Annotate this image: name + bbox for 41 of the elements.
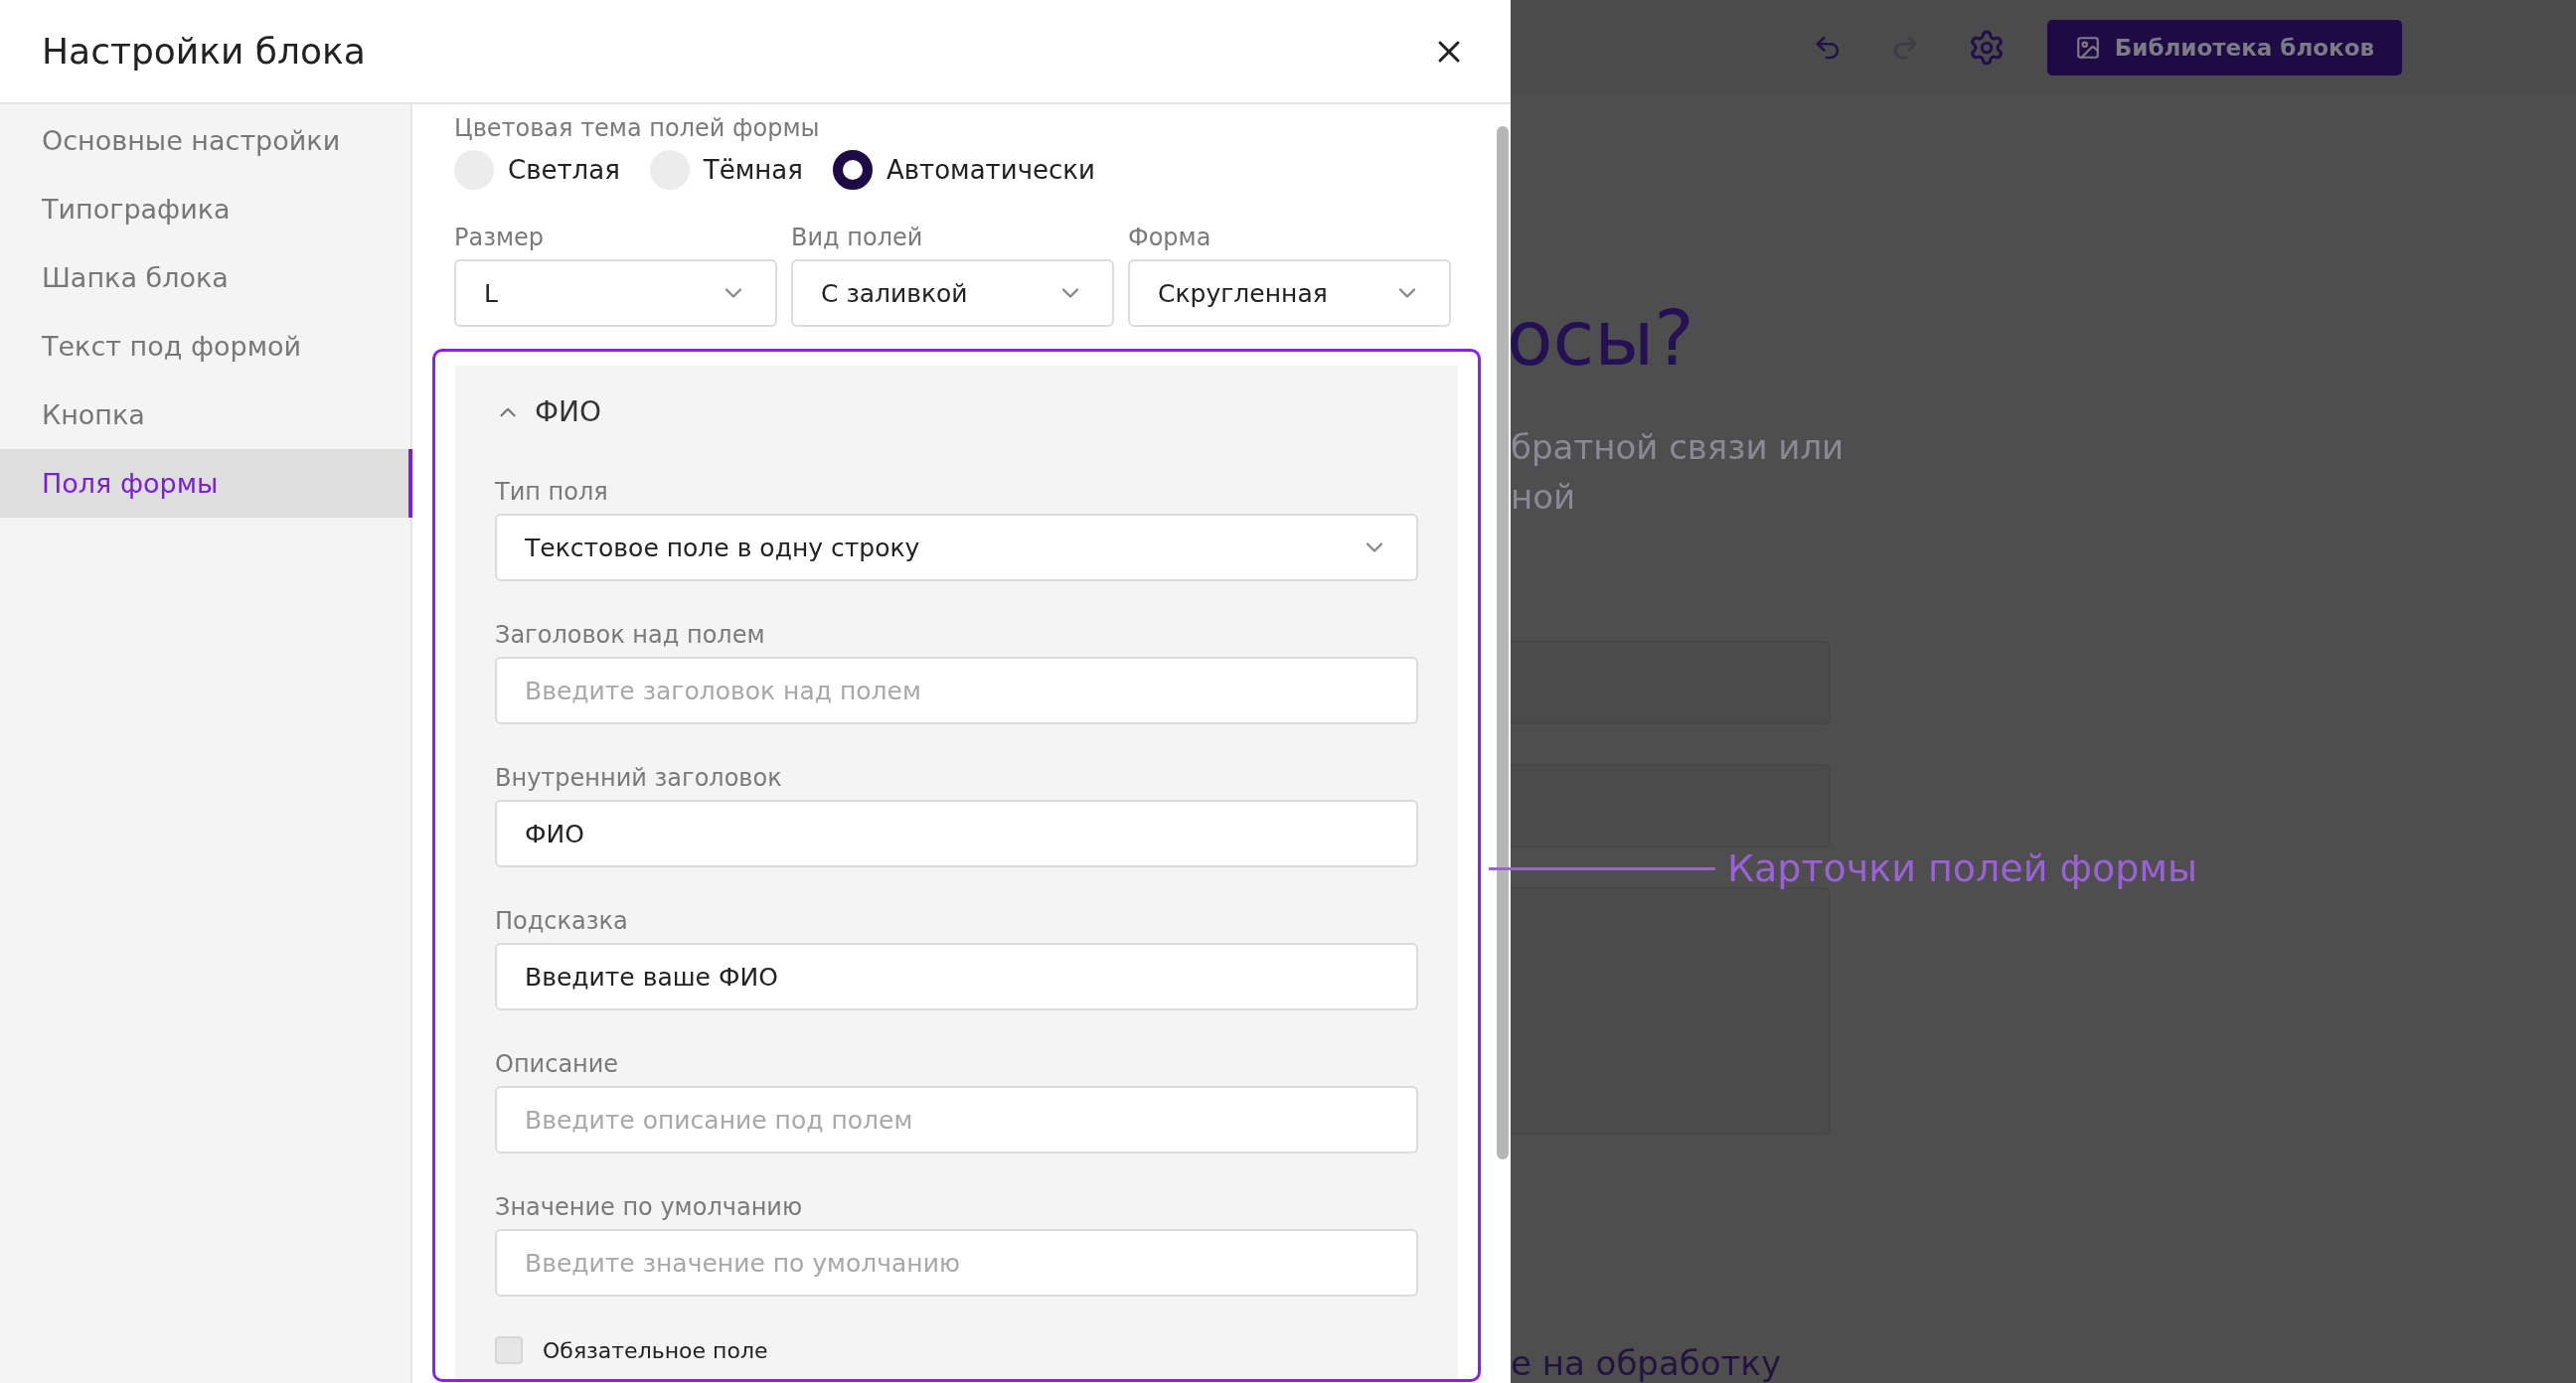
dialog-title: Настройки блока	[42, 31, 366, 72]
sidebar-item[interactable]: Кнопка	[0, 381, 412, 449]
radio-button[interactable]	[832, 150, 873, 190]
field-label: Заголовок над полем	[495, 621, 766, 649]
field-label: Внутренний заголовок	[495, 764, 783, 792]
input-field[interactable]: Введите заголовок над полем	[495, 657, 1418, 724]
radio-label: Автоматически	[886, 155, 1095, 185]
field-label: Размер	[454, 224, 546, 251]
radio-label: Светлая	[508, 155, 620, 185]
input-field[interactable]: Введите значение по умолчанию	[495, 1229, 1418, 1297]
field-label: Значение по умолчанию	[495, 1193, 804, 1221]
checkbox[interactable]	[495, 1336, 523, 1364]
page-text: братной связи или	[1511, 426, 1846, 469]
scrollbar[interactable]	[1497, 126, 1509, 1159]
field-label: Вид полей	[791, 224, 924, 251]
page-heading: осы?	[1507, 294, 1695, 383]
dropdown[interactable]: Скругленная	[1128, 259, 1451, 327]
field-label: Подсказка	[495, 907, 629, 935]
dropdown[interactable]: Текстовое поле в одну строку	[495, 514, 1418, 581]
sidebar-item[interactable]: Шапка блока	[0, 243, 412, 312]
input-field[interactable]: Введите ваше ФИО	[495, 943, 1418, 1010]
sidebar-item[interactable]: Основные настройки	[0, 106, 412, 175]
field-label: Описание	[495, 1050, 620, 1078]
card-title: ФИО	[535, 395, 602, 428]
sidebar-item[interactable]: Типографика	[0, 175, 412, 243]
field-label: Тип поля	[495, 478, 609, 506]
dropdown[interactable]: С заливкой	[791, 259, 1114, 327]
input-field[interactable]: Введите описание под полем	[495, 1086, 1418, 1153]
checkbox-label: Обязательное поле	[543, 1337, 768, 1363]
sidebar-item[interactable]: Текст под формой	[0, 312, 412, 381]
library-button[interactable]: Библиотека блоков	[2046, 20, 2402, 76]
sidebar-item[interactable]: Поля формы	[0, 449, 412, 518]
page-text: е на обработку	[1511, 1343, 1783, 1383]
image-icon	[2074, 35, 2101, 61]
annotation-text: Карточки полей формы	[1727, 846, 2197, 890]
input-field[interactable]: ФИО	[495, 800, 1418, 867]
radio-label: Тёмная	[703, 155, 803, 185]
dropdown[interactable]: L	[454, 259, 777, 327]
field-label: Форма	[1128, 224, 1212, 251]
theme-label: Цветовая тема полей формы	[454, 114, 821, 142]
page-text: ной	[1511, 476, 1577, 519]
